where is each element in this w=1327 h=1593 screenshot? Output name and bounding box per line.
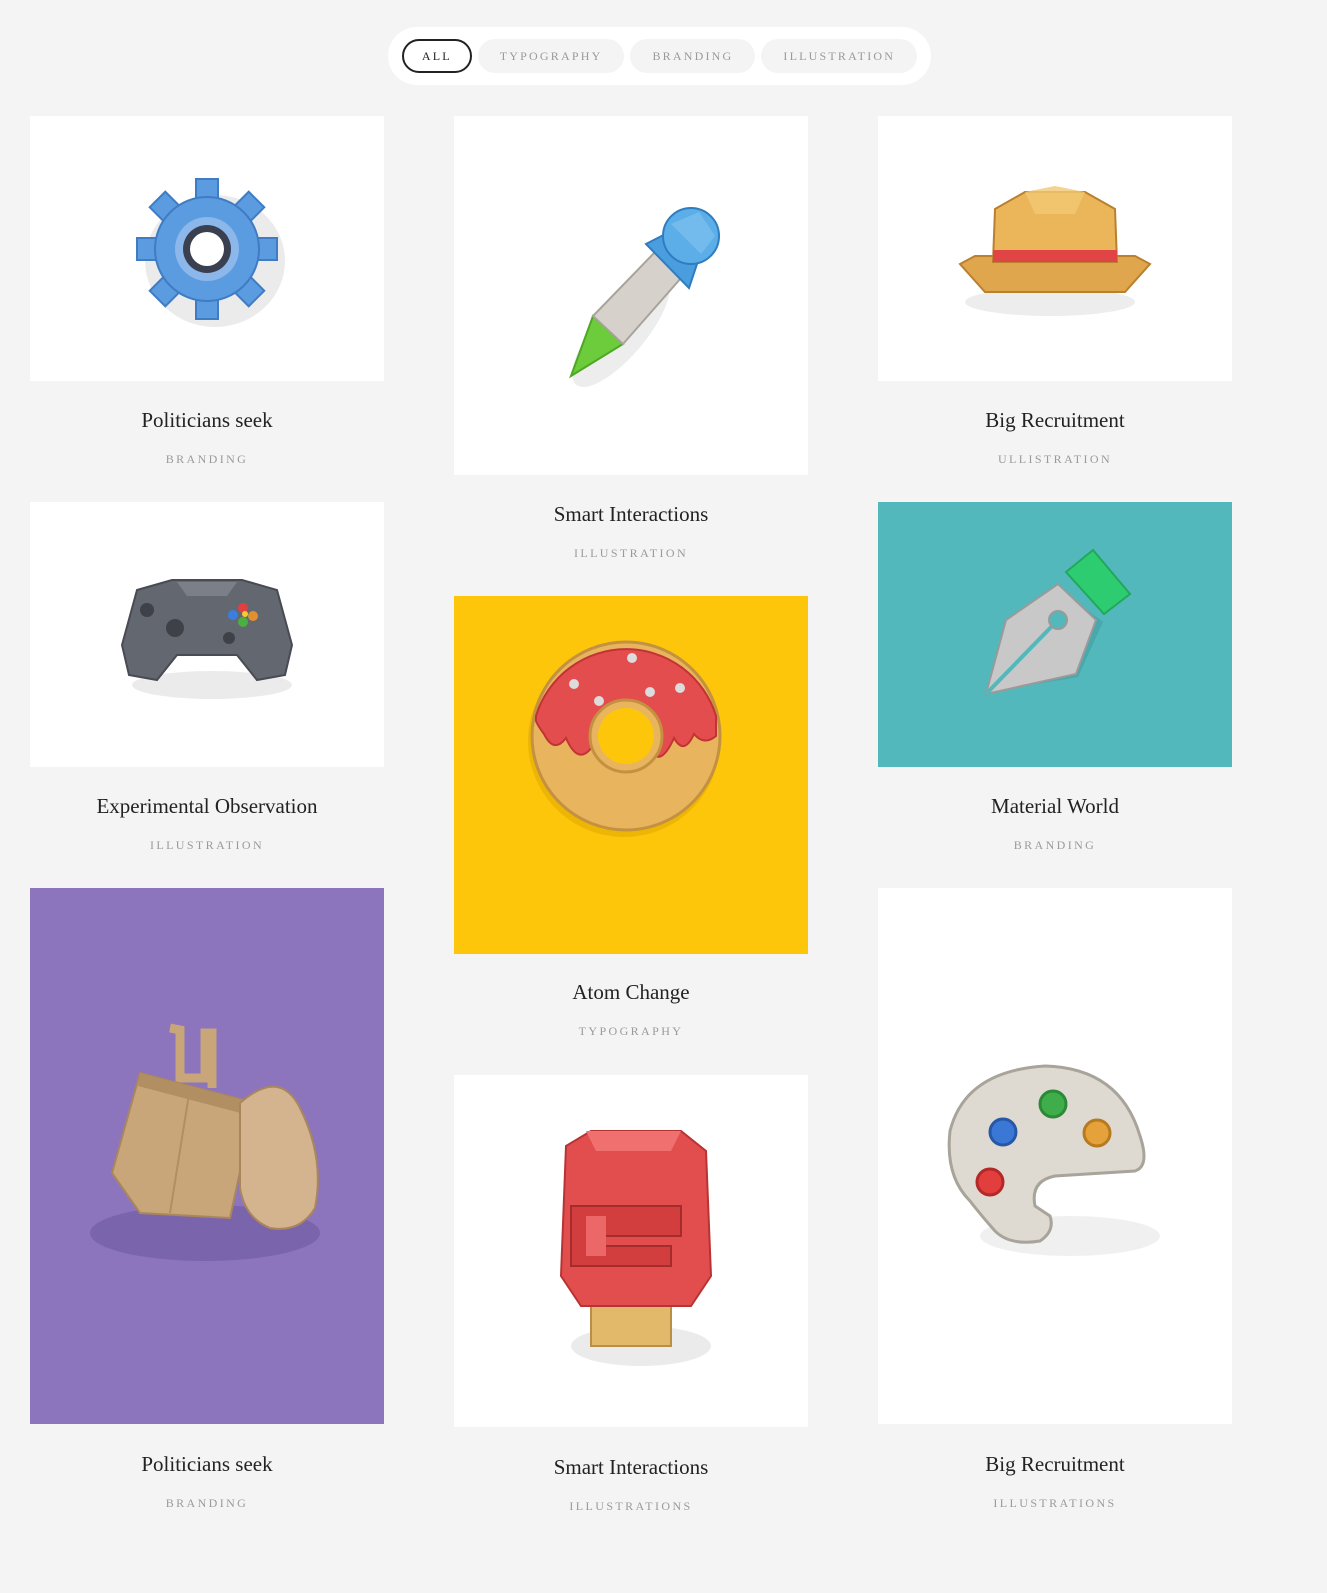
item-title[interactable]: Experimental Observation (30, 794, 384, 819)
item-category[interactable]: ILLUSTRATIONS (878, 1496, 1232, 1511)
item-title[interactable]: Smart Interactions (454, 1455, 808, 1480)
filter-branding-button[interactable]: BRANDING (630, 39, 756, 73)
item-category[interactable]: BRANDING (30, 1496, 384, 1511)
pen-nib-icon (878, 502, 1232, 767)
item-category[interactable]: BRANDING (878, 838, 1232, 853)
portfolio-thumbnail[interactable] (454, 116, 808, 475)
portfolio-thumbnail[interactable] (454, 1075, 808, 1427)
gamepad-icon (120, 578, 294, 699)
item-category[interactable]: ULLISTRATION (878, 452, 1232, 467)
gear-icon (136, 177, 285, 327)
palette-icon (947, 1064, 1160, 1256)
item-title[interactable]: Material World (878, 794, 1232, 819)
portfolio-thumbnail[interactable] (30, 888, 384, 1424)
item-title[interactable]: Big Recruitment (878, 1452, 1232, 1477)
portfolio-thumbnail[interactable] (30, 502, 384, 767)
item-title[interactable]: Big Recruitment (878, 408, 1232, 433)
bag-icon (30, 888, 384, 1424)
eyedropper-icon (569, 206, 720, 387)
hat-icon (958, 185, 1152, 316)
item-category[interactable]: ILLUSTRATIONS (454, 1499, 808, 1514)
item-title[interactable]: Politicians seek (30, 1452, 384, 1477)
fire-hydrant-icon (559, 1130, 713, 1366)
item-category[interactable]: BRANDING (30, 452, 384, 467)
portfolio-thumbnail[interactable] (30, 116, 384, 381)
item-category[interactable]: TYPOGRAPHY (454, 1024, 808, 1039)
item-title[interactable]: Smart Interactions (454, 502, 808, 527)
filter-bar: ALL TYPOGRAPHY BRANDING ILLUSTRATION (388, 27, 931, 85)
item-category[interactable]: ILLUSTRATION (30, 838, 384, 853)
portfolio-thumbnail[interactable] (878, 502, 1232, 767)
item-category[interactable]: ILLUSTRATION (454, 546, 808, 561)
portfolio-thumbnail[interactable] (454, 596, 808, 954)
filter-typography-button[interactable]: TYPOGRAPHY (477, 39, 625, 73)
item-title[interactable]: Atom Change (454, 980, 808, 1005)
filter-all-button[interactable]: ALL (401, 39, 472, 73)
portfolio-thumbnail[interactable] (878, 888, 1232, 1424)
filter-illustration-button[interactable]: ILLUSTRATION (761, 39, 918, 73)
portfolio-thumbnail[interactable] (878, 116, 1232, 381)
item-title[interactable]: Politicians seek (30, 408, 384, 433)
donut-icon (454, 596, 808, 954)
